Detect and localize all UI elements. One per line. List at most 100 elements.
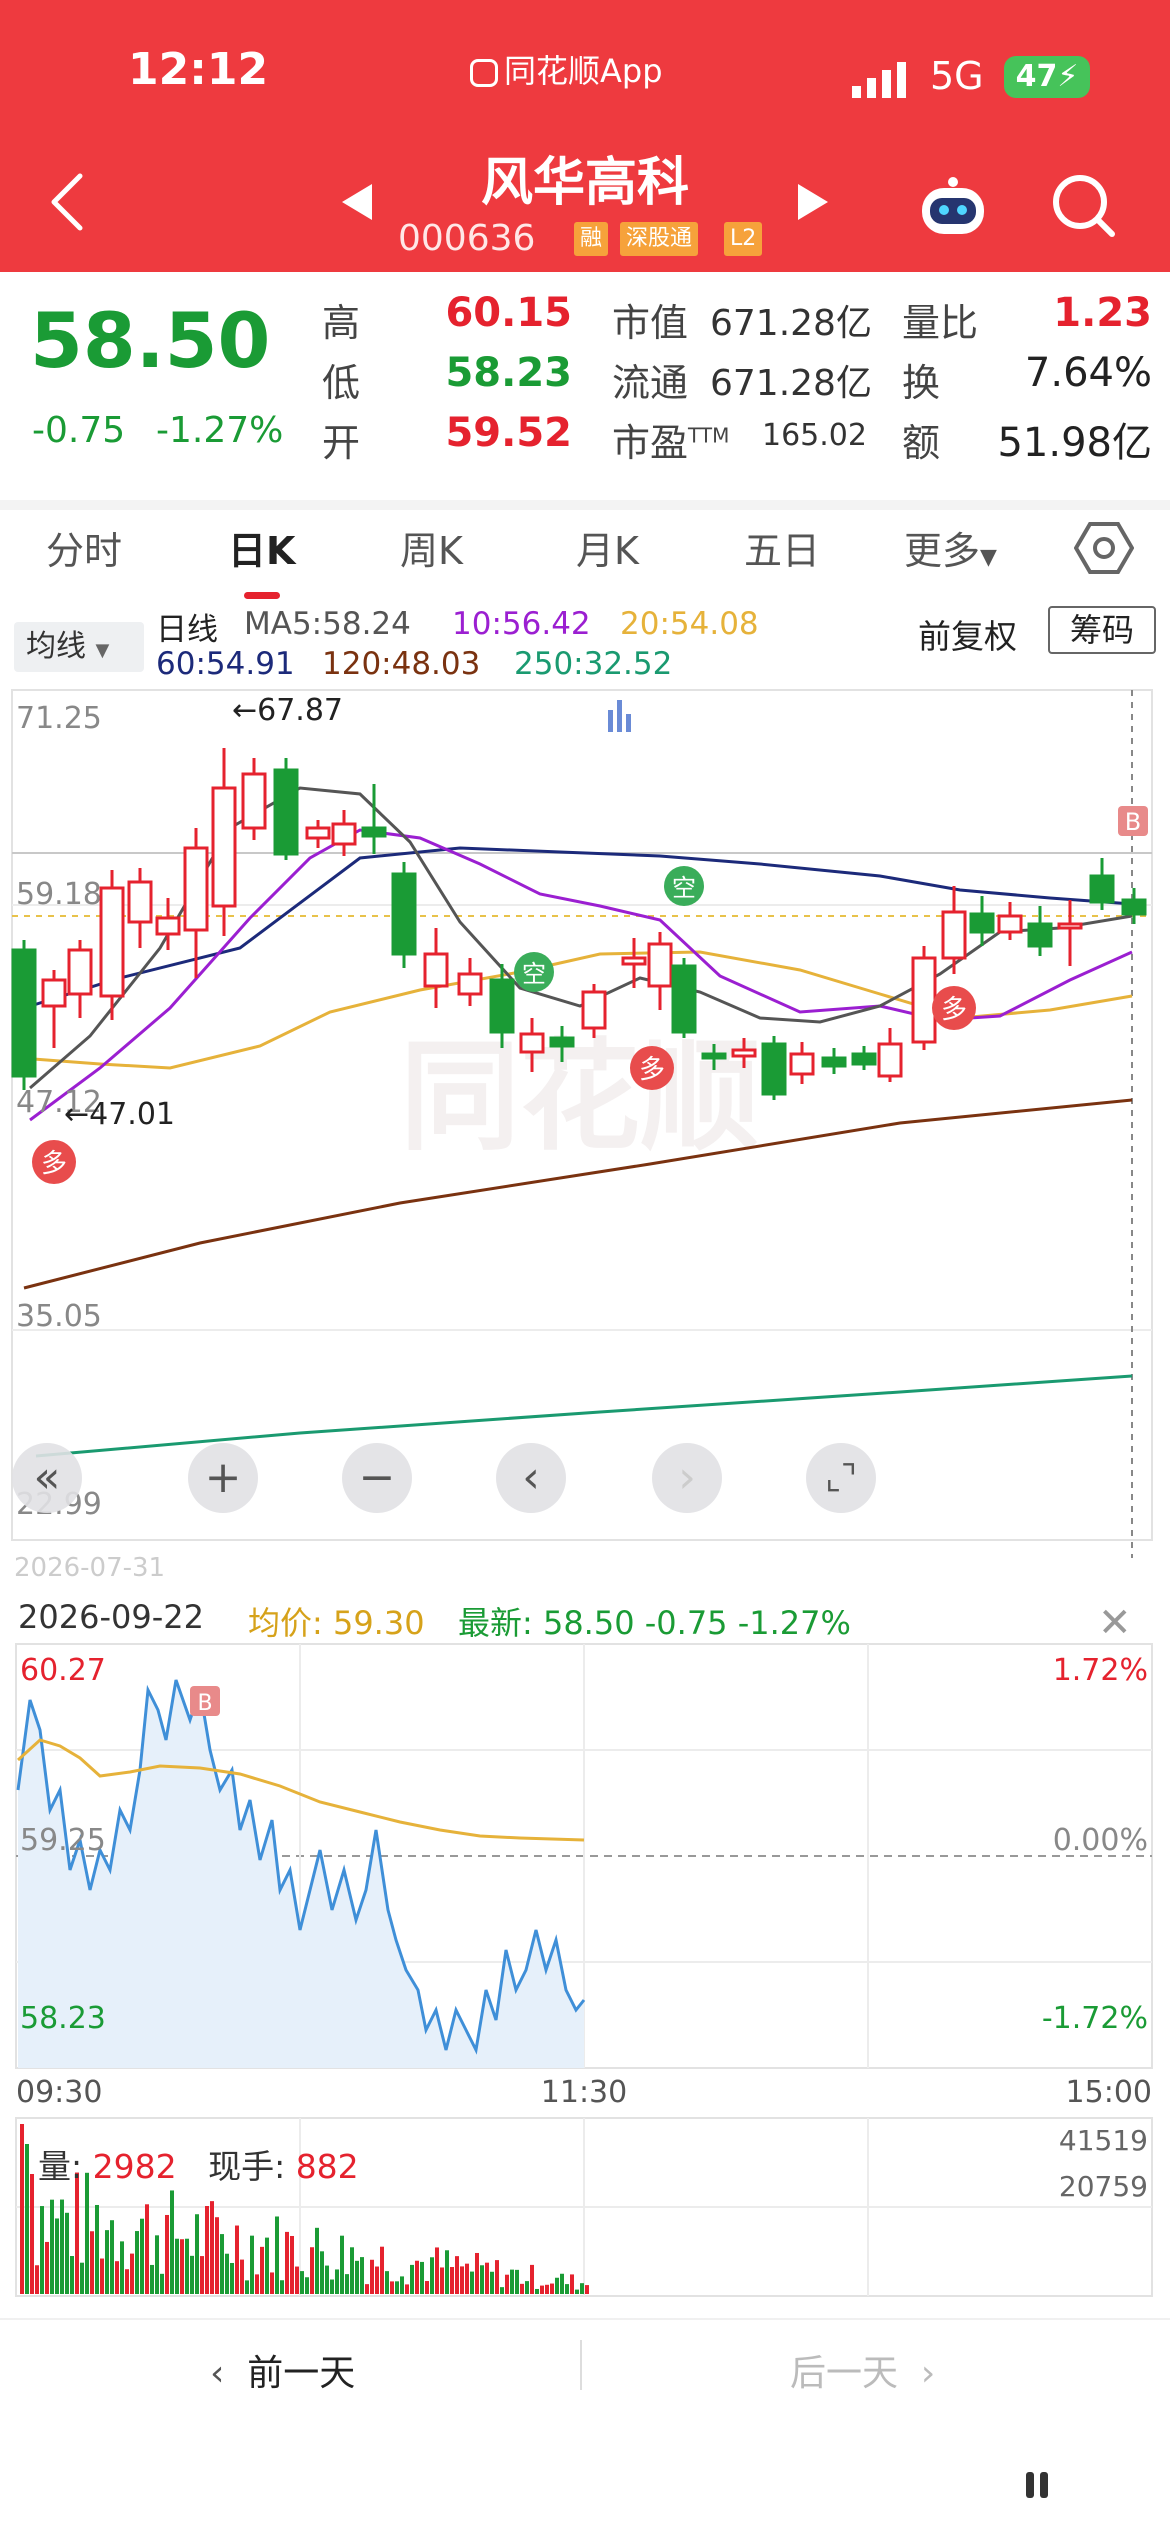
volume-bar bbox=[465, 2263, 469, 2294]
volume-value: 2982 bbox=[92, 2147, 177, 2186]
tag-l2: L2 bbox=[724, 222, 763, 256]
ma5-value: MA5:58.24 bbox=[244, 606, 411, 642]
recent-apps-icon[interactable] bbox=[1024, 2470, 1064, 2500]
volume-max: 41519 bbox=[1059, 2124, 1148, 2157]
prev-stock-arrow-icon[interactable] bbox=[342, 184, 372, 220]
chevron-left-icon: ‹ bbox=[210, 2353, 225, 2394]
volume-bar bbox=[535, 2288, 539, 2294]
scroll-right-icon[interactable]: › bbox=[652, 1443, 722, 1513]
tag-margin: 融 bbox=[574, 222, 609, 256]
fullscreen-icon[interactable]: ⌞⌝ bbox=[806, 1443, 876, 1513]
high-value: 60.15 bbox=[445, 290, 572, 336]
scroll-left-icon[interactable]: ‹ bbox=[496, 1443, 566, 1513]
volume-bar bbox=[395, 2281, 399, 2294]
pct-low: -1.72% bbox=[1042, 2001, 1148, 2036]
candle-body bbox=[241, 772, 267, 830]
volume-bar bbox=[230, 2262, 234, 2294]
volume-bar bbox=[415, 2260, 419, 2294]
candle-body bbox=[1089, 874, 1115, 904]
volume-bar bbox=[30, 2174, 34, 2294]
battery-icon: 47⚡ bbox=[1004, 56, 1090, 98]
svg-text:多: 多 bbox=[41, 1149, 67, 1179]
volume-bar bbox=[580, 2283, 584, 2294]
robot-assistant-icon[interactable] bbox=[918, 176, 988, 238]
time-mid: 11:30 bbox=[541, 2075, 627, 2110]
line-type: 日线 bbox=[156, 612, 218, 648]
ma250-value: 250:32.52 bbox=[514, 646, 673, 682]
back-icon[interactable] bbox=[46, 172, 86, 232]
volume-bar bbox=[65, 2212, 69, 2294]
candle-body bbox=[549, 1036, 575, 1048]
time-end: 15:00 bbox=[1066, 2075, 1152, 2110]
volume-bar bbox=[490, 2271, 494, 2294]
volume-bar bbox=[520, 2283, 524, 2294]
turnover-label: 换 bbox=[902, 361, 941, 405]
price-change: -0.75 bbox=[32, 410, 126, 451]
volume-readout: 量: 2982 现手: 882 bbox=[38, 2140, 359, 2188]
volume-bar bbox=[35, 2265, 39, 2294]
volume-bar bbox=[200, 2256, 204, 2294]
volume-bar bbox=[210, 2201, 214, 2294]
volratio-value: 1.23 bbox=[1053, 290, 1152, 336]
zoom-out-icon[interactable]: − bbox=[342, 1443, 412, 1513]
volume-bar bbox=[220, 2234, 224, 2294]
volume-bar bbox=[565, 2284, 569, 2294]
volume-bar bbox=[95, 2204, 99, 2294]
volume-bar bbox=[400, 2276, 404, 2294]
ma120-value: 120:48.03 bbox=[322, 646, 481, 682]
tab-five-day[interactable]: 五日 bbox=[744, 520, 820, 575]
kline-chart[interactable]: 同花顺 71.25 59.18 47.12 35.05 22.99 ←67.87… bbox=[0, 688, 1170, 1578]
hand-value: 882 bbox=[295, 2147, 359, 2186]
hand-label: 现手: bbox=[208, 2147, 296, 2186]
ma-selector[interactable]: 均线 ▼ bbox=[14, 622, 144, 672]
search-icon[interactable] bbox=[1050, 170, 1118, 242]
volume-bar bbox=[130, 2253, 134, 2294]
volume-bar bbox=[240, 2259, 244, 2294]
volume-bar bbox=[85, 2172, 89, 2294]
price-change-pct: -1.27% bbox=[156, 410, 284, 451]
intraday-high: 60.27 bbox=[20, 1653, 106, 1688]
tab-more[interactable]: 更多▼ bbox=[904, 520, 997, 575]
volume-bar bbox=[310, 2247, 314, 2294]
volume-bar bbox=[470, 2271, 474, 2294]
tab-monthly-k[interactable]: 月K bbox=[576, 520, 639, 575]
signal-icon bbox=[852, 62, 906, 98]
volume-bar bbox=[80, 2262, 84, 2294]
tab-weekly-k[interactable]: 周K bbox=[400, 520, 463, 575]
volume-bar bbox=[385, 2271, 389, 2294]
candle-body bbox=[761, 1042, 787, 1096]
volume-bar bbox=[70, 2256, 74, 2294]
caret-down-icon: ▼ bbox=[980, 545, 997, 570]
zoom-in-icon[interactable]: + bbox=[188, 1443, 258, 1513]
collapse-left-icon[interactable]: « bbox=[12, 1443, 82, 1513]
ma-selector-label: 均线 bbox=[26, 629, 86, 664]
volume-bar bbox=[250, 2235, 254, 2294]
turnover-value: 7.64% bbox=[1024, 350, 1152, 396]
candle-body bbox=[519, 1032, 545, 1054]
volume-bar bbox=[305, 2277, 309, 2294]
adjust-mode[interactable]: 前复权 bbox=[918, 610, 1017, 658]
next-day-button[interactable]: 后一天 › bbox=[790, 2344, 935, 2396]
stock-name: 风华高科 bbox=[480, 153, 689, 213]
volume-bar bbox=[270, 2272, 274, 2294]
volume-bar bbox=[445, 2250, 449, 2294]
candle-body bbox=[489, 978, 515, 1034]
intraday-chart[interactable]: B 60.27 59.25 58.23 1.72% 0.00% -1.72% 0… bbox=[0, 1590, 1170, 2310]
candle-body bbox=[67, 948, 93, 996]
volume-bar bbox=[315, 2227, 319, 2294]
volume-bar bbox=[295, 2266, 299, 2294]
active-tab-indicator bbox=[244, 592, 280, 599]
prev-day-button[interactable]: ‹ 前一天 bbox=[210, 2344, 355, 2396]
tab-daily-k[interactable]: 日K bbox=[228, 520, 295, 575]
chip-button[interactable]: 筹码 bbox=[1048, 606, 1156, 654]
volume-bar bbox=[555, 2277, 559, 2294]
candle-body bbox=[1057, 922, 1083, 930]
next-stock-arrow-icon[interactable] bbox=[798, 184, 828, 220]
tab-intraday[interactable]: 分时 bbox=[46, 520, 122, 575]
volume-bar bbox=[455, 2256, 459, 2294]
volume-bar bbox=[245, 2280, 249, 2294]
volume-bar bbox=[120, 2241, 124, 2294]
settings-icon[interactable] bbox=[1074, 518, 1134, 578]
kong-marker: 空 bbox=[664, 866, 704, 906]
volume-bar bbox=[585, 2285, 589, 2294]
